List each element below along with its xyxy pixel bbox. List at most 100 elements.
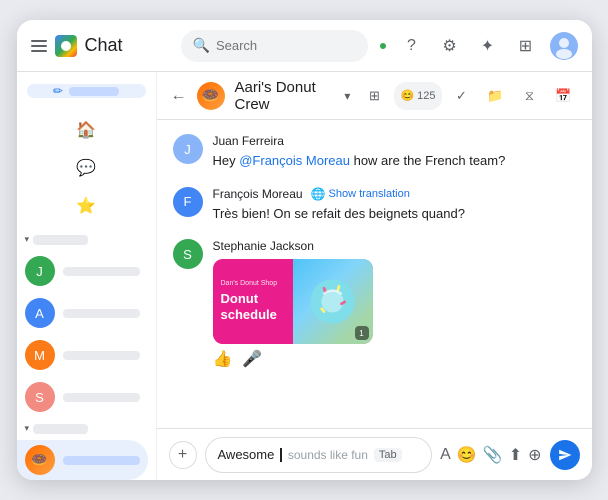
msg-3-content: Stephanie Jackson Dan's Donut Shop Donut… bbox=[213, 239, 576, 369]
sender-name-3: Stephanie Jackson bbox=[213, 239, 314, 253]
card-text-area: Dan's Donut Shop Donut schedule bbox=[213, 259, 293, 344]
input-suggestion: sounds like fun bbox=[288, 448, 368, 462]
attachment-icon[interactable]: 📎 bbox=[483, 445, 503, 465]
contact-avatar-2: A bbox=[25, 298, 55, 328]
sidebar-item-3[interactable]: M bbox=[17, 335, 148, 375]
contact-avatar-3: M bbox=[25, 340, 55, 370]
topbar: Chat 🔍 ? ⚙ ✦ ⊞ bbox=[17, 20, 592, 72]
card-title: Donut schedule bbox=[221, 291, 285, 322]
sparkle-icon[interactable]: ✦ bbox=[474, 32, 502, 60]
send-button[interactable] bbox=[550, 440, 580, 470]
messages-list: J Juan Ferreira Hey @François Moreau how… bbox=[157, 120, 592, 428]
group-name: Aari's Donut Crew ▾ bbox=[235, 79, 351, 113]
sender-name-1: Juan Ferreira bbox=[213, 134, 284, 148]
check-button[interactable]: ✓ bbox=[448, 82, 476, 110]
search-icon: 🔍 bbox=[193, 37, 210, 54]
message-group-1: J Juan Ferreira Hey @François Moreau how… bbox=[173, 134, 576, 171]
donut-schedule-card[interactable]: Dan's Donut Shop Donut schedule bbox=[213, 259, 373, 344]
help-icon[interactable]: ? bbox=[398, 32, 426, 60]
sidebar: ✏ 🏠 💬 ⭐ ▾ J A M bbox=[17, 72, 157, 480]
video-call-button[interactable]: ⊞ bbox=[360, 82, 388, 110]
reactions-button[interactable]: 😊 125 bbox=[394, 82, 441, 110]
input-actions: A 😊 📎 ⬆ ⊕ bbox=[440, 445, 541, 465]
grid-icon[interactable]: ⊞ bbox=[512, 32, 540, 60]
cursor bbox=[280, 448, 282, 462]
emoji-picker-icon[interactable]: 😊 bbox=[457, 445, 477, 465]
user-avatar[interactable] bbox=[550, 32, 578, 60]
menu-icon[interactable] bbox=[31, 40, 47, 52]
message-group-3: S Stephanie Jackson Dan's Donut Shop Don… bbox=[173, 239, 576, 369]
status-indicator bbox=[378, 41, 388, 51]
francois-avatar: F bbox=[173, 187, 203, 217]
new-chat-button[interactable]: ✏ bbox=[27, 84, 146, 98]
search-bar[interactable]: 🔍 bbox=[181, 30, 368, 62]
chat-header-actions: ⊞ 😊 125 ✓ 📁 ⧖ 📅 bbox=[360, 82, 577, 110]
msg-1-sender: Juan Ferreira bbox=[213, 134, 576, 148]
folder-button[interactable]: 📁 bbox=[482, 82, 510, 110]
msg-2-sender: François Moreau 🌐 Show translation bbox=[213, 187, 576, 201]
chat-panel: ← 🍩 Aari's Donut Crew ▾ ⊞ 😊 125 ✓ 📁 ⧖ 📅 bbox=[157, 72, 592, 480]
card-actions: 👍 🎤 bbox=[213, 349, 576, 369]
translate-icon: 🌐 bbox=[311, 187, 326, 201]
message-group-2: F François Moreau 🌐 Show translation Trè… bbox=[173, 187, 576, 224]
group-chevron-icon[interactable]: ▾ bbox=[344, 89, 350, 103]
upload-icon[interactable]: ⬆ bbox=[509, 445, 522, 465]
reaction-count: 125 bbox=[417, 90, 435, 102]
show-translation-button[interactable]: 🌐 Show translation bbox=[311, 187, 410, 201]
archive-button[interactable]: ⧖ bbox=[516, 82, 544, 110]
card-shop-name: Dan's Donut Shop bbox=[221, 280, 285, 287]
add-button[interactable]: + bbox=[169, 441, 197, 469]
tab-badge: Tab bbox=[374, 448, 402, 462]
donut-crew-avatar: 🍩 bbox=[25, 445, 55, 475]
emoji-icon: 😊 bbox=[400, 89, 414, 102]
sidebar-item-2[interactable]: A bbox=[17, 293, 148, 333]
contact-avatar-1: J bbox=[25, 256, 55, 286]
app-title: Chat bbox=[85, 35, 123, 56]
sidebar-item-1[interactable]: J bbox=[17, 251, 148, 291]
msg-1-text: Hey @François Moreau how are the French … bbox=[213, 151, 576, 171]
donut-illustration bbox=[305, 274, 360, 329]
app-window: Chat 🔍 ? ⚙ ✦ ⊞ ✏ 🏠 💬 bbox=[17, 20, 592, 480]
msg-2-content: François Moreau 🌐 Show translation Très … bbox=[213, 187, 576, 224]
topbar-right: ? ⚙ ✦ ⊞ bbox=[378, 32, 578, 60]
input-bar: + Awesome sounds like fun Tab A 😊 📎 ⬆ ⊕ bbox=[157, 428, 592, 480]
typed-text: Awesome bbox=[218, 447, 275, 462]
chevron-icon: ▾ bbox=[25, 234, 30, 245]
stephanie-avatar: S bbox=[173, 239, 203, 269]
chevron-icon-2: ▾ bbox=[25, 423, 30, 434]
group-avatar: 🍩 bbox=[197, 82, 225, 110]
contact-name-bar-3 bbox=[63, 351, 140, 360]
msg-2-text: Très bien! On se refait des beignets qua… bbox=[213, 204, 576, 224]
contact-name-bar-4 bbox=[63, 393, 140, 402]
mention-francois[interactable]: @François Moreau bbox=[239, 153, 350, 168]
direct-section-header: ▾ bbox=[17, 230, 156, 249]
pencil-icon: ✏ bbox=[53, 84, 63, 98]
juan-avatar: J bbox=[173, 134, 203, 164]
msg-3-sender: Stephanie Jackson bbox=[213, 239, 576, 253]
section-label bbox=[33, 235, 88, 245]
sidebar-item-4[interactable]: S bbox=[17, 377, 148, 417]
message-input-field[interactable]: Awesome sounds like fun Tab bbox=[205, 437, 433, 473]
format-text-icon[interactable]: A bbox=[440, 446, 451, 464]
search-input[interactable] bbox=[216, 38, 356, 53]
more-options-icon[interactable]: ⊕ bbox=[528, 445, 541, 465]
sidebar-nav-spaces[interactable]: ⭐ bbox=[68, 188, 104, 224]
microphone-icon[interactable]: 🎤 bbox=[242, 349, 262, 369]
donut-crew-label bbox=[63, 456, 140, 465]
settings-icon[interactable]: ⚙ bbox=[436, 32, 464, 60]
sidebar-nav-chat[interactable]: 💬 bbox=[68, 150, 104, 186]
back-button[interactable]: ← bbox=[171, 87, 187, 105]
contact-name-bar-1 bbox=[63, 267, 140, 276]
main-area: ✏ 🏠 💬 ⭐ ▾ J A M bbox=[17, 72, 592, 480]
sidebar-nav-home[interactable]: 🏠 bbox=[68, 112, 104, 148]
sidebar-nav: 🏠 💬 ⭐ bbox=[17, 108, 156, 228]
msg-1-content: Juan Ferreira Hey @François Moreau how a… bbox=[213, 134, 576, 171]
group-name-text: Aari's Donut Crew bbox=[235, 79, 341, 113]
msg-2-body: Très bien! On se refait des beignets qua… bbox=[213, 206, 465, 221]
card-image-area: 1 bbox=[293, 259, 373, 344]
card-badge: 1 bbox=[355, 326, 369, 340]
sidebar-item-donut-crew[interactable]: 🍩 bbox=[17, 440, 148, 480]
topbar-left: Chat bbox=[31, 35, 171, 57]
thumbs-up-icon[interactable]: 👍 bbox=[213, 349, 233, 369]
calendar-button[interactable]: 📅 bbox=[550, 82, 578, 110]
